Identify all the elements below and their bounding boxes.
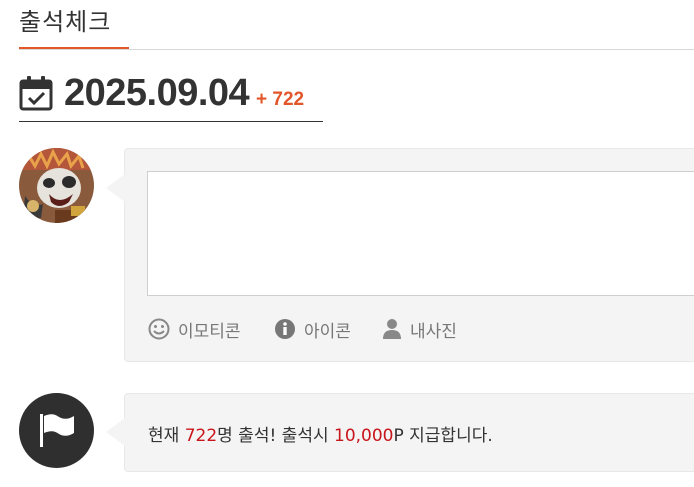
avatar-image bbox=[19, 148, 94, 223]
notice-avatar bbox=[19, 393, 94, 468]
notice-prefix: 현재 bbox=[148, 426, 185, 446]
my-photo-label: 내사진 bbox=[410, 321, 457, 342]
notice-points: 10,000 bbox=[334, 426, 394, 446]
date-heading: 2025.09.04 + 722 bbox=[19, 70, 323, 122]
comment-panel-pointer bbox=[106, 174, 125, 202]
notice-panel-pointer bbox=[106, 418, 125, 446]
attendance-count-badge: + 722 bbox=[256, 89, 305, 110]
avatar bbox=[19, 148, 94, 223]
attendance-date: 2025.09.04 bbox=[64, 72, 250, 114]
calendar-check-icon bbox=[19, 76, 53, 111]
info-icon bbox=[275, 319, 295, 339]
notice-mid: 명 출석! 출석시 bbox=[217, 426, 335, 446]
notice-suffix: P 지급합니다. bbox=[393, 426, 493, 446]
icon-label: 아이콘 bbox=[304, 321, 351, 342]
page-title[interactable]: 출석체크 bbox=[19, 2, 111, 37]
attendance-notice: 현재 722명 출석! 출석시 10,000P 지급합니다. bbox=[148, 421, 493, 446]
header-divider bbox=[19, 49, 694, 50]
emoticon-button[interactable]: 이모티콘 bbox=[148, 316, 241, 342]
comment-input[interactable] bbox=[147, 171, 694, 296]
emoticon-label: 이모티콘 bbox=[178, 321, 241, 342]
attendance-page: 출석체크 2025.09.04 + 722 이모티콘 아이콘 내사진 현재 72… bbox=[0, 0, 694, 487]
icon-button[interactable]: 아이콘 bbox=[274, 316, 351, 342]
user-icon bbox=[383, 319, 401, 339]
smile-icon bbox=[148, 318, 170, 340]
flag-icon bbox=[40, 414, 74, 447]
my-photo-button[interactable]: 내사진 bbox=[382, 316, 457, 342]
notice-count: 722 bbox=[184, 426, 218, 446]
